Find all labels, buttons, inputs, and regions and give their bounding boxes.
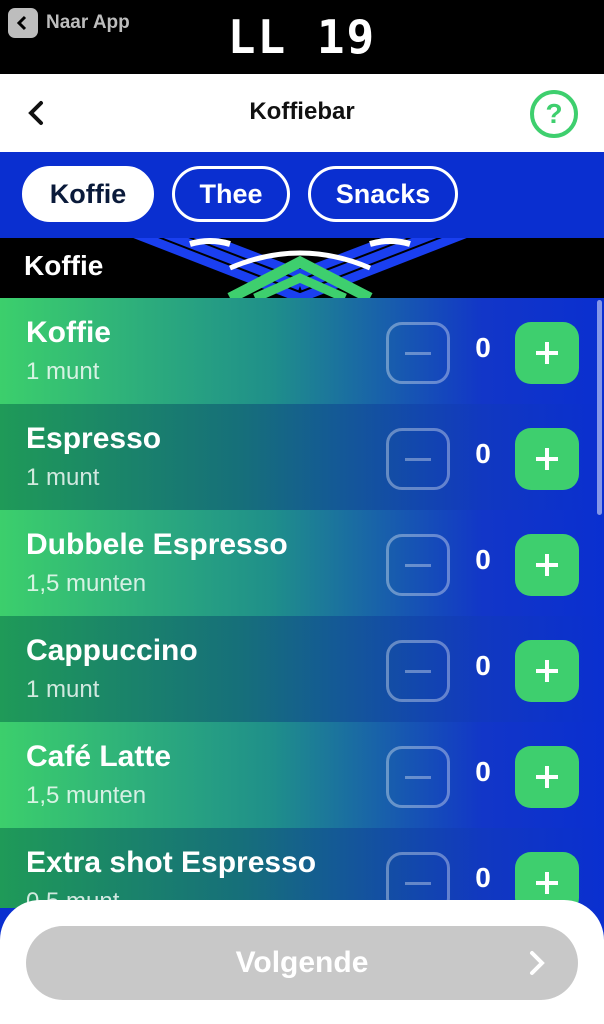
page-header: Koffiebar ? [0,74,604,152]
quantity-value: 0 [475,650,491,681]
plus-icon [536,342,558,364]
plus-icon [536,660,558,682]
product-name: Dubbele Espresso [26,528,288,561]
category-tabs: Koffie Thee Snacks [0,152,604,238]
minus-icon [405,351,431,355]
next-button[interactable]: Volgende [26,926,578,1000]
minus-icon [405,457,431,461]
quantity-value: 0 [475,332,491,363]
product-price: 1 munt [26,464,100,491]
product-name: Café Latte [26,740,172,773]
decrease-button[interactable] [386,428,450,490]
product-name: Cappuccino [26,634,198,667]
chevron-right-icon [530,951,545,975]
product-price: 1 munt [26,358,100,385]
event-logo: LL 19 [227,10,377,64]
decrease-button[interactable] [386,640,450,702]
plus-icon [536,872,558,894]
increase-button[interactable] [515,746,579,808]
app-top-bar: Naar App LL 19 [0,0,604,74]
product-name: Extra shot Espresso [26,846,317,879]
decrease-button[interactable] [386,746,450,808]
section-title: Koffie [24,250,104,281]
section-banner: Koffie [0,238,604,298]
page-title: Koffiebar [249,98,355,125]
decrease-button[interactable] [386,534,450,596]
increase-button[interactable] [515,428,579,490]
product-row: Cappuccino 1 munt 0 [0,616,604,722]
product-price: 1 munt [26,676,100,703]
product-name: Koffie [26,316,111,349]
scrollbar[interactable] [597,300,602,515]
minus-icon [405,669,431,673]
product-row: Extra shot Espresso 0,5 munt 0 [0,828,604,908]
quantity-value: 0 [475,756,491,787]
product-row: Koffie 1 munt 0 [0,298,604,404]
minus-icon [405,775,431,779]
product-name: Espresso [26,422,162,455]
increase-button[interactable] [515,534,579,596]
tab-thee[interactable]: Thee [172,166,290,222]
product-row: Café Latte 1,5 munten 0 [0,722,604,828]
footer-panel: Volgende [0,900,604,1024]
tab-snacks[interactable]: Snacks [308,166,458,222]
plus-icon [536,448,558,470]
plus-icon [536,766,558,788]
increase-button[interactable] [515,640,579,702]
product-price: 1,5 munten [26,782,147,809]
decrease-button[interactable] [386,322,450,384]
product-list: Koffie 1 munt 0 Espresso 1 munt 0 Dubbel… [0,298,604,908]
product-row: Espresso 1 munt 0 [0,404,604,510]
minus-icon [405,881,431,885]
product-row: Dubbele Espresso 1,5 munten 0 [0,510,604,616]
next-button-label: Volgende [235,946,369,979]
minus-icon [405,563,431,567]
plus-icon [536,554,558,576]
quantity-value: 0 [475,438,491,469]
product-price: 1,5 munten [26,570,147,597]
tab-koffie[interactable]: Koffie [22,166,154,222]
quantity-value: 0 [475,862,491,893]
help-icon[interactable]: ? [530,90,578,138]
quantity-value: 0 [475,544,491,575]
increase-button[interactable] [515,322,579,384]
